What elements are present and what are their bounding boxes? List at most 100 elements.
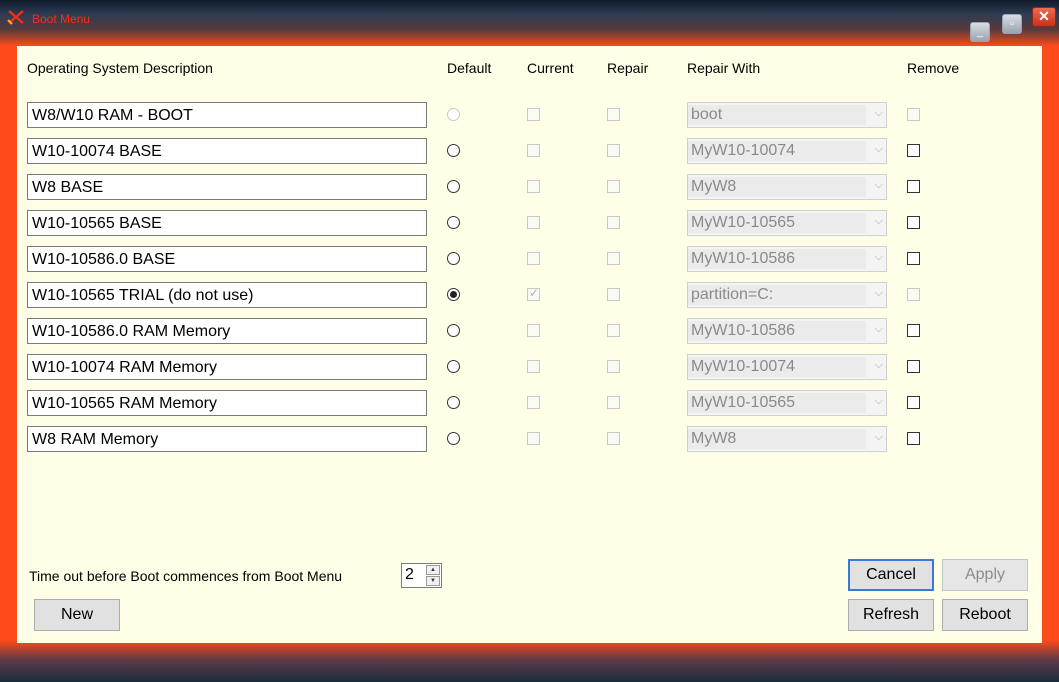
default-radio[interactable] [447, 180, 460, 193]
chevron-down-icon: ⌵ [874, 359, 883, 371]
repair-with-value: MyW10-10586 [688, 321, 866, 341]
repair-with-dropdown: MyW10-10074 ⌵ [687, 354, 887, 380]
repair-with-dropdown: MyW10-10565 ⌵ [687, 210, 887, 236]
title-bar[interactable]: Boot Menu _ ▫ ✕ [0, 0, 1059, 44]
repair-with-value: partition=C: [688, 285, 866, 305]
remove-checkbox [907, 288, 920, 301]
chevron-down-icon: ⌵ [874, 431, 883, 443]
repair-checkbox [607, 432, 620, 445]
repair-with-value: MyW10-10074 [688, 141, 866, 161]
remove-checkbox[interactable] [907, 252, 920, 265]
timeout-label: Time out before Boot commences from Boot… [29, 568, 343, 584]
default-radio[interactable] [447, 216, 460, 229]
repair-with-dropdown: boot ⌵ [687, 102, 887, 128]
table-row: W10-10586.0 BASE MyW10-10586 ⌵ [17, 246, 1042, 272]
remove-checkbox[interactable] [907, 396, 920, 409]
repair-checkbox [607, 108, 620, 121]
chevron-down-icon: ⌵ [874, 179, 883, 191]
description-field[interactable]: W8 BASE [27, 174, 427, 200]
repair-with-value: MyW10-10074 [688, 357, 866, 377]
close-button[interactable]: ✕ [1032, 7, 1056, 27]
header-remove: Remove [907, 60, 960, 76]
chevron-down-icon: ⌵ [874, 107, 883, 119]
current-checkbox [527, 360, 540, 373]
spin-down-icon[interactable]: ▼ [426, 576, 440, 586]
table-row: W10-10565 TRIAL (do not use) partition=C:… [17, 282, 1042, 308]
table-row: W8 RAM Memory MyW8 ⌵ [17, 426, 1042, 452]
current-checkbox [527, 108, 540, 121]
repair-with-dropdown: MyW8 ⌵ [687, 426, 887, 452]
repair-checkbox [607, 144, 620, 157]
header-repair: Repair [607, 60, 649, 76]
timeout-value[interactable]: 2 [405, 566, 414, 584]
table-row: W8/W10 RAM - BOOT boot ⌵ [17, 102, 1042, 128]
header-current: Current [527, 60, 574, 76]
description-field[interactable]: W10-10074 RAM Memory [27, 354, 427, 380]
remove-checkbox[interactable] [907, 324, 920, 337]
remove-checkbox[interactable] [907, 144, 920, 157]
reboot-button[interactable]: Reboot [942, 599, 1028, 631]
table-row: W10-10586.0 RAM Memory MyW10-10586 ⌵ [17, 318, 1042, 344]
chevron-down-icon: ⌵ [874, 287, 883, 299]
repair-with-value: MyW8 [688, 177, 866, 197]
default-radio[interactable] [447, 288, 460, 301]
table-row: W10-10074 BASE MyW10-10074 ⌵ [17, 138, 1042, 164]
chevron-down-icon: ⌵ [874, 323, 883, 335]
boot-menu-panel: Operating System Description Default Cur… [17, 46, 1042, 643]
description-field[interactable]: W10-10565 BASE [27, 210, 427, 236]
default-radio[interactable] [447, 252, 460, 265]
header-repair-with: Repair With [687, 60, 761, 76]
default-radio[interactable] [447, 144, 460, 157]
default-radio[interactable] [447, 432, 460, 445]
spin-up-icon[interactable]: ▲ [426, 565, 440, 575]
remove-checkbox[interactable] [907, 180, 920, 193]
repair-with-dropdown: partition=C: ⌵ [687, 282, 887, 308]
maximize-button[interactable]: ▫ [1002, 14, 1022, 34]
repair-with-value: MyW8 [688, 429, 866, 449]
default-radio[interactable] [447, 360, 460, 373]
repair-with-dropdown: MyW10-10565 ⌵ [687, 390, 887, 416]
timeout-spinner[interactable]: 2 ▲ ▼ [401, 563, 442, 588]
chevron-down-icon: ⌵ [874, 251, 883, 263]
current-checkbox [527, 144, 540, 157]
current-checkbox [527, 216, 540, 229]
table-row: W10-10565 BASE MyW10-10565 ⌵ [17, 210, 1042, 236]
description-field[interactable]: W10-10565 RAM Memory [27, 390, 427, 416]
default-radio[interactable] [447, 396, 460, 409]
repair-checkbox [607, 324, 620, 337]
refresh-button[interactable]: Refresh [848, 599, 934, 631]
repair-with-dropdown: MyW10-10586 ⌵ [687, 246, 887, 272]
default-radio[interactable] [447, 324, 460, 337]
new-button[interactable]: New [34, 599, 120, 631]
table-row: W10-10074 RAM Memory MyW10-10074 ⌵ [17, 354, 1042, 380]
chevron-down-icon: ⌵ [874, 395, 883, 407]
remove-checkbox[interactable] [907, 432, 920, 445]
description-field[interactable]: W8/W10 RAM - BOOT [27, 102, 427, 128]
default-radio[interactable] [447, 108, 460, 121]
description-field[interactable]: W8 RAM Memory [27, 426, 427, 452]
repair-with-dropdown: MyW10-10586 ⌵ [687, 318, 887, 344]
apply-button[interactable]: Apply [942, 559, 1028, 591]
repair-checkbox [607, 180, 620, 193]
repair-with-dropdown: MyW8 ⌵ [687, 174, 887, 200]
remove-checkbox[interactable] [907, 360, 920, 373]
description-field[interactable]: W10-10074 BASE [27, 138, 427, 164]
repair-with-value: MyW10-10565 [688, 213, 866, 233]
description-field[interactable]: W10-10586.0 BASE [27, 246, 427, 272]
description-field[interactable]: W10-10565 TRIAL (do not use) [27, 282, 427, 308]
repair-with-value: MyW10-10586 [688, 249, 866, 269]
repair-checkbox [607, 360, 620, 373]
boot-menu-window: Boot Menu _ ▫ ✕ Operating System Descrip… [0, 0, 1059, 682]
cancel-button[interactable]: Cancel [848, 559, 934, 591]
minimize-button[interactable]: _ [970, 22, 990, 42]
app-icon [7, 10, 24, 25]
description-field[interactable]: W10-10586.0 RAM Memory [27, 318, 427, 344]
remove-checkbox[interactable] [907, 216, 920, 229]
repair-with-dropdown: MyW10-10074 ⌵ [687, 138, 887, 164]
repair-with-value: MyW10-10565 [688, 393, 866, 413]
table-row: W8 BASE MyW8 ⌵ [17, 174, 1042, 200]
repair-with-value: boot [688, 105, 866, 125]
table-row: W10-10565 RAM Memory MyW10-10565 ⌵ [17, 390, 1042, 416]
repair-checkbox [607, 396, 620, 409]
current-checkbox [527, 252, 540, 265]
